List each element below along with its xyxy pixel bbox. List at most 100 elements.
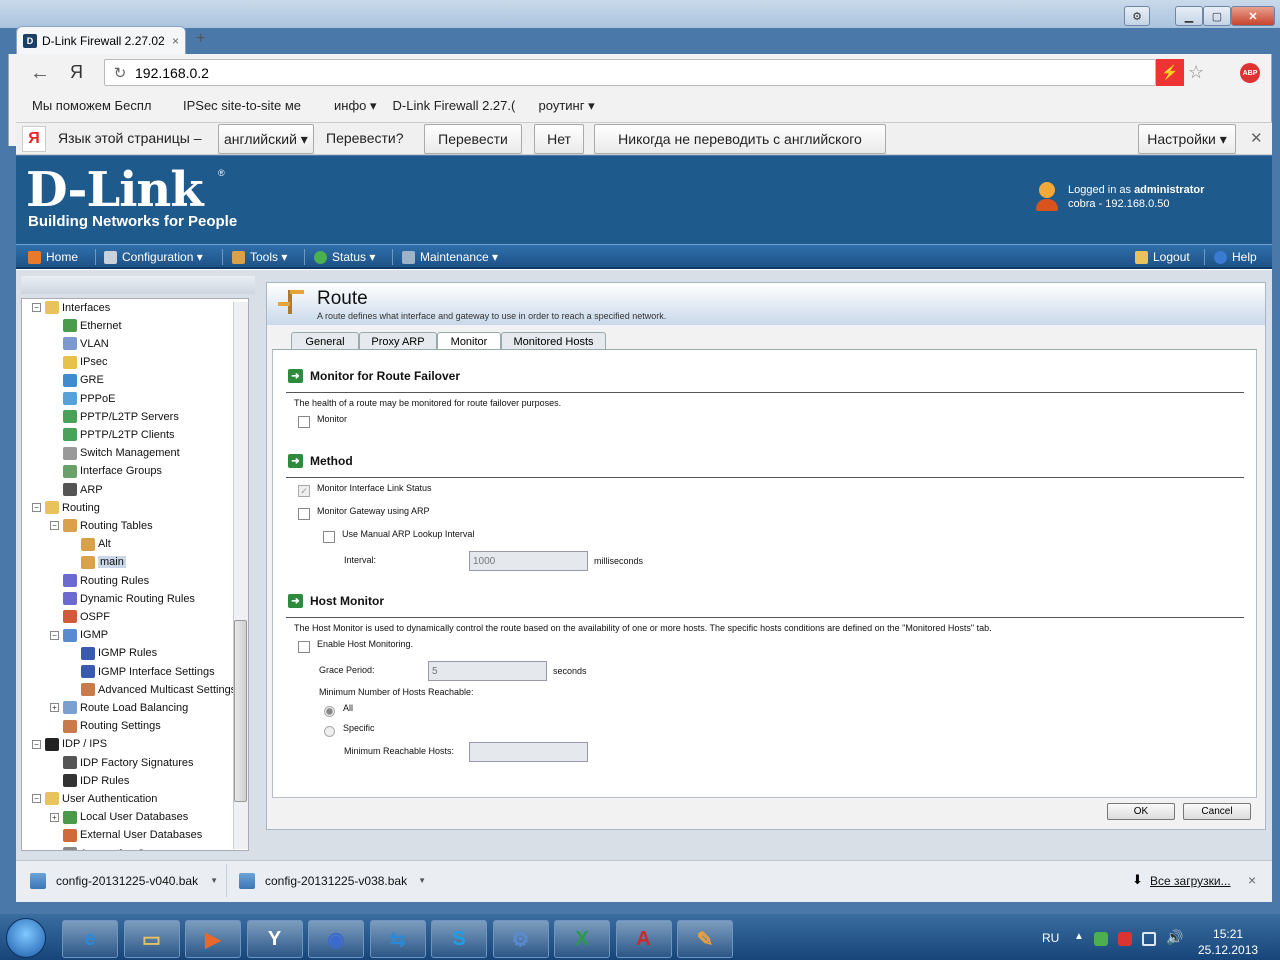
taskbar-app-icon[interactable]: Y [246, 920, 303, 958]
translate-close-icon[interactable]: ✕ [1250, 129, 1263, 147]
taskbar-app-icon[interactable]: ✎ [677, 920, 733, 958]
expand-icon[interactable]: + [50, 812, 59, 822]
tree-item[interactable]: Switch Management [50, 446, 180, 460]
manual-arp-checkbox[interactable] [323, 531, 335, 543]
downloads-close-icon[interactable]: × [1248, 872, 1256, 888]
specific-radio[interactable] [324, 726, 335, 737]
taskbar-app-icon[interactable]: ⚙ [492, 920, 549, 958]
browser-tab[interactable]: D D-Link Firewall 2.27.02 × [16, 26, 186, 54]
tree-item[interactable]: − Interfaces [32, 301, 110, 314]
tree-item[interactable]: − Routing [32, 501, 100, 515]
tree-item[interactable]: Routing Rules [50, 574, 149, 587]
no-button[interactable]: Нет [534, 124, 584, 154]
tree-item[interactable]: IDP Factory Signatures [50, 756, 194, 769]
tree-item[interactable]: Advanced Multicast Settings [68, 683, 236, 697]
language-select[interactable]: английский ▾ [218, 124, 314, 154]
cancel-button[interactable]: Cancel [1183, 803, 1251, 820]
tree-scrollbar-thumb[interactable] [234, 620, 247, 802]
ok-button[interactable]: OK [1107, 803, 1175, 820]
tree-item[interactable]: − IDP / IPS [32, 737, 107, 751]
interval-input[interactable]: 1000 [469, 551, 588, 571]
download-item[interactable]: config-20131225-v040.bak ▼ [18, 864, 224, 897]
menu-tools[interactable]: Tools ▾ [232, 250, 287, 264]
translate-settings-button[interactable]: Настройки ▾ [1138, 124, 1236, 154]
bookmark-item[interactable]: роутинг ▾ [539, 98, 595, 114]
tree-item[interactable]: IGMP Interface Settings [68, 665, 215, 678]
tree-item[interactable]: PPPoE [50, 392, 115, 405]
window-close-button[interactable]: ✕ [1231, 6, 1275, 26]
tree-item[interactable]: Dynamic Routing Rules [50, 592, 195, 606]
new-tab-button[interactable]: + [196, 30, 205, 48]
tree-item[interactable]: PPTP/L2TP Servers [50, 410, 179, 424]
tree-item[interactable]: GRE [50, 373, 104, 387]
tree-item[interactable]: IGMP Rules [68, 646, 157, 660]
maximize-button[interactable]: ▢ [1203, 6, 1231, 26]
expand-icon[interactable]: + [50, 703, 59, 713]
menu-status[interactable]: Status ▾ [314, 250, 375, 264]
tree-item[interactable]: External User Databases [50, 828, 202, 842]
taskbar-app-icon[interactable]: e [62, 920, 118, 958]
tree-item[interactable]: − User Authentication [32, 792, 157, 806]
link-status-checkbox[interactable]: ✓ [298, 485, 310, 497]
collapse-icon[interactable]: − [32, 739, 41, 749]
bookmark-star-icon[interactable]: ☆ [1188, 62, 1204, 83]
menu-home[interactable]: Home [28, 250, 78, 264]
tree-item[interactable]: OSPF [50, 610, 110, 624]
tree-item[interactable]: IDP Rules [50, 774, 129, 788]
tray-flag-icon[interactable] [1118, 932, 1132, 946]
tab-close-icon[interactable]: × [172, 34, 179, 48]
monitor-checkbox[interactable] [298, 416, 310, 428]
taskbar-app-icon[interactable]: ⇆ [369, 920, 426, 958]
tree-item[interactable]: PPTP/L2TP Clients [50, 428, 175, 442]
tree-item[interactable]: + Local User Databases [50, 810, 188, 824]
clock[interactable]: 15:21 25.12.2013 [1198, 926, 1258, 958]
min-reachable-input[interactable] [469, 742, 588, 762]
tree-item[interactable]: Routing Settings [50, 719, 161, 733]
gateway-arp-checkbox[interactable] [298, 508, 310, 520]
tab-proxy-arp[interactable]: Proxy ARP [359, 332, 437, 350]
tree-item[interactable]: − IGMP [50, 628, 108, 642]
bookmark-item[interactable]: D-Link Firewall 2.27.( [393, 98, 523, 114]
bookmark-item[interactable]: Мы поможем Беспл [32, 98, 167, 114]
language-indicator[interactable]: RU [1042, 931, 1059, 945]
collapse-icon[interactable]: − [32, 303, 41, 312]
bookmark-item[interactable]: инфо ▾ [334, 98, 377, 114]
tree-item[interactable]: + Route Load Balancing [50, 701, 188, 715]
taskbar-app-icon[interactable]: ◉ [308, 920, 364, 958]
translate-button[interactable]: Перевести [424, 124, 522, 154]
tray-volume-icon[interactable]: 🔊 [1166, 929, 1183, 946]
all-radio[interactable] [324, 706, 335, 717]
all-downloads-link[interactable]: Все загрузки... [1150, 874, 1231, 888]
tree-item[interactable]: Interface Groups [50, 464, 162, 478]
enable-host-checkbox[interactable] [298, 641, 310, 653]
tree-item[interactable]: ARP [50, 483, 103, 496]
download-item[interactable]: config-20131225-v038.bak ▼ [226, 864, 432, 897]
bookmark-item[interactable]: IPSec site-to-site ме [183, 98, 318, 114]
tree-item[interactable]: Alt [68, 537, 111, 551]
gear-icon[interactable]: ⚙ [1124, 6, 1150, 26]
tree-item[interactable]: IPsec [50, 355, 108, 369]
taskbar-app-icon[interactable]: ▶ [185, 920, 241, 958]
tab-monitored-hosts[interactable]: Monitored Hosts [501, 332, 606, 350]
chevron-down-icon[interactable]: ▼ [418, 876, 432, 885]
menu-maintenance[interactable]: Maintenance ▾ [402, 250, 498, 264]
taskbar-app-icon[interactable]: A [615, 920, 672, 958]
chevron-down-icon[interactable]: ▼ [210, 876, 224, 885]
tray-security-icon[interactable] [1094, 932, 1108, 946]
never-translate-button[interactable]: Никогда не переводить с английского [594, 124, 886, 154]
taskbar-app-icon[interactable]: ▭ [123, 920, 180, 958]
tree-item[interactable]: − Routing Tables [50, 519, 153, 533]
menu-help[interactable]: Help [1214, 250, 1257, 264]
tab-general[interactable]: General [291, 332, 359, 350]
menu-configuration[interactable]: Configuration ▾ [104, 250, 203, 264]
tree-item[interactable]: Accounting Servers [50, 847, 175, 850]
tree-item[interactable]: VLAN [50, 337, 109, 351]
tray-network-icon[interactable] [1142, 932, 1156, 946]
turbo-bolt-icon[interactable]: ⚡ [1156, 59, 1184, 86]
address-bar[interactable]: ↻ 192.168.0.2 [104, 59, 1156, 86]
taskbar-app-icon[interactable]: S [431, 920, 487, 958]
tree-item[interactable]: main [68, 555, 126, 569]
collapse-icon[interactable]: − [32, 794, 41, 804]
grace-input[interactable]: 5 [428, 661, 547, 681]
taskbar-app-icon[interactable]: X [554, 920, 610, 958]
